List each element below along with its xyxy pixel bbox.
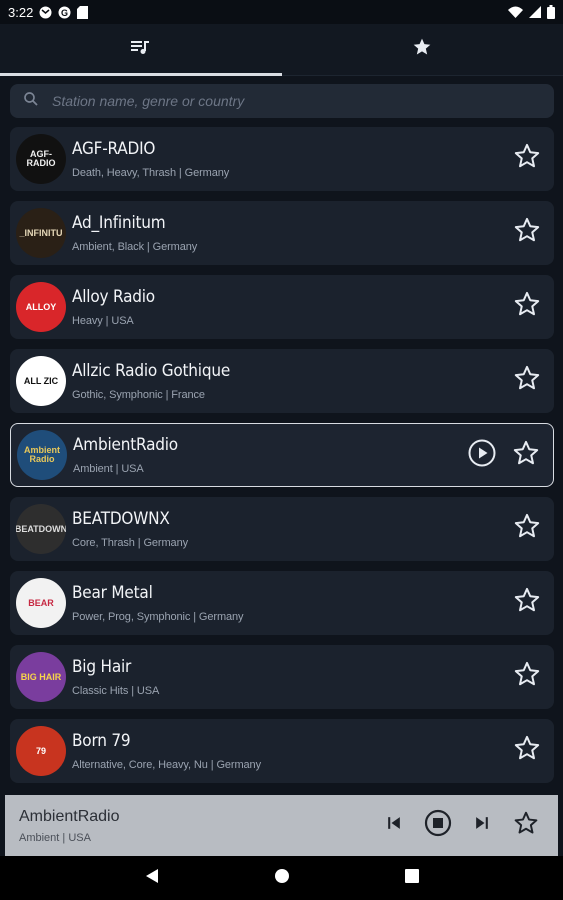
- favorite-button[interactable]: [512, 143, 542, 173]
- skip-next-icon: [472, 813, 492, 838]
- station-meta: Ambient, Black | Germany: [72, 241, 198, 253]
- back-button[interactable]: [137, 863, 167, 893]
- star-outline-icon: [513, 734, 541, 767]
- favorite-button[interactable]: [512, 661, 542, 691]
- station-card[interactable]: Ambient Radio AmbientRadio Ambient | USA: [10, 423, 554, 487]
- favorite-button[interactable]: [512, 291, 542, 321]
- signal-icon: [529, 6, 541, 18]
- star-outline-icon: [513, 660, 541, 693]
- station-list: AGF-RADIO AGF-RADIO Death, Heavy, Thrash |…: [10, 127, 554, 793]
- station-meta: Death, Heavy, Thrash | Germany: [72, 167, 230, 179]
- station-logo: BIG HAIR: [16, 652, 66, 702]
- station-logo: 79: [16, 726, 66, 776]
- station-name: Big Hair: [72, 657, 132, 677]
- player-favorite-button[interactable]: [508, 808, 544, 844]
- station-card[interactable]: AGF-RADIO AGF-RADIO Death, Heavy, Thrash |…: [10, 127, 554, 191]
- star-outline-icon: [513, 586, 541, 619]
- music-list-icon: [130, 39, 151, 60]
- station-meta: Heavy | USA: [72, 315, 134, 327]
- station-name: Ad_Infinitum: [72, 213, 166, 233]
- station-meta: Classic Hits | USA: [72, 685, 160, 697]
- star-outline-icon: [513, 142, 541, 175]
- station-info: Big Hair Classic Hits | USA: [72, 657, 548, 697]
- station-info: AGF-RADIO Death, Heavy, Thrash | Germany: [72, 139, 548, 179]
- station-card[interactable]: BEAR Bear Metal Power, Prog, Symphonic | G…: [10, 571, 554, 635]
- station-info: BEATDOWNX Core, Thrash | Germany: [72, 509, 548, 549]
- now-playing-bar[interactable]: AmbientRadio Ambient | USA: [5, 795, 558, 856]
- station-card[interactable]: ALLOY Alloy Radio Heavy | USA: [10, 275, 554, 339]
- star-outline-icon: [513, 216, 541, 249]
- station-card[interactable]: ALL ZIC Allzic Radio Gothique Gothic, Symp…: [10, 349, 554, 413]
- tab-bar: [0, 24, 563, 76]
- station-logo: BEAR: [16, 578, 66, 628]
- station-card[interactable]: 79 Born 79 Alternative, Core, Heavy, Nu | …: [10, 719, 554, 783]
- station-meta: Core, Thrash | Germany: [72, 537, 188, 549]
- star-outline-icon: [513, 512, 541, 545]
- station-logo: Ambient Radio: [17, 430, 67, 480]
- home-circle-icon: [274, 868, 290, 889]
- station-logo: ALLOY: [16, 282, 66, 332]
- now-playing-meta: Ambient | USA: [19, 831, 91, 844]
- tab-stations[interactable]: [0, 24, 282, 76]
- station-meta: Alternative, Core, Heavy, Nu | Germany: [72, 759, 261, 771]
- tab-favorites[interactable]: [282, 24, 563, 75]
- station-name: Allzic Radio Gothique: [72, 361, 231, 381]
- star-outline-icon: [513, 810, 539, 841]
- station-logo: ALL ZIC: [16, 356, 66, 406]
- station-card[interactable]: _INFINITU Ad_Infinitum Ambient, Black | Ge…: [10, 201, 554, 265]
- play-circle-icon: [467, 438, 497, 473]
- star-outline-icon: [512, 439, 540, 472]
- star-outline-icon: [513, 290, 541, 323]
- stop-circle-icon: [423, 808, 453, 843]
- station-card[interactable]: BEATDOWN BEATDOWNX Core, Thrash | Germany: [10, 497, 554, 561]
- station-name: BEATDOWNX: [72, 509, 170, 529]
- stop-button[interactable]: [420, 808, 456, 844]
- battery-icon: [547, 5, 555, 19]
- station-logo: BEATDOWN: [16, 504, 66, 554]
- search-bar: [10, 84, 554, 118]
- favorite-button[interactable]: [512, 365, 542, 395]
- station-meta: Gothic, Symphonic | France: [72, 389, 205, 401]
- station-name: Alloy Radio: [72, 287, 155, 307]
- favorite-button[interactable]: [512, 735, 542, 765]
- wifi-icon: [508, 6, 523, 18]
- now-playing-name: AmbientRadio: [19, 807, 120, 825]
- favorite-button[interactable]: [511, 440, 541, 470]
- back-triangle-icon: [145, 868, 159, 889]
- station-info: Bear Metal Power, Prog, Symphonic | Germa…: [72, 583, 548, 623]
- station-logo: _INFINITU: [16, 208, 66, 258]
- station-info: Born 79 Alternative, Core, Heavy, Nu | Ge…: [72, 731, 548, 771]
- favorite-button[interactable]: [512, 513, 542, 543]
- search-icon: [22, 90, 40, 113]
- recents-square-icon: [404, 868, 419, 888]
- station-meta: Power, Prog, Symphonic | Germany: [72, 611, 244, 623]
- next-button[interactable]: [464, 808, 500, 844]
- previous-button[interactable]: [376, 808, 412, 844]
- station-name: Bear Metal: [72, 583, 153, 603]
- google-icon: G: [58, 6, 71, 19]
- favorite-button[interactable]: [512, 587, 542, 617]
- favorite-button[interactable]: [512, 217, 542, 247]
- search-input[interactable]: [52, 93, 542, 109]
- star-outline-icon: [513, 364, 541, 397]
- station-logo: AGF-RADIO: [16, 134, 66, 184]
- star-filled-icon: [412, 37, 432, 62]
- station-info: Allzic Radio Gothique Gothic, Symphonic |…: [72, 361, 548, 401]
- skip-previous-icon: [384, 813, 404, 838]
- home-button[interactable]: [267, 863, 297, 893]
- station-info: Alloy Radio Heavy | USA: [72, 287, 548, 327]
- gmail-icon: [39, 6, 52, 19]
- sd-card-icon: [77, 5, 89, 19]
- recents-button[interactable]: [397, 863, 427, 893]
- station-name: Born 79: [72, 731, 131, 751]
- status-bar: 3:22 G: [0, 0, 563, 24]
- svg-text:G: G: [61, 8, 68, 18]
- station-card[interactable]: BIG HAIR Big Hair Classic Hits | USA: [10, 645, 554, 709]
- station-name: AGF-RADIO: [72, 139, 156, 159]
- station-info: Ad_Infinitum Ambient, Black | Germany: [72, 213, 548, 253]
- play-button[interactable]: [467, 438, 497, 473]
- system-nav-bar: [0, 856, 563, 900]
- status-time: 3:22: [8, 4, 34, 20]
